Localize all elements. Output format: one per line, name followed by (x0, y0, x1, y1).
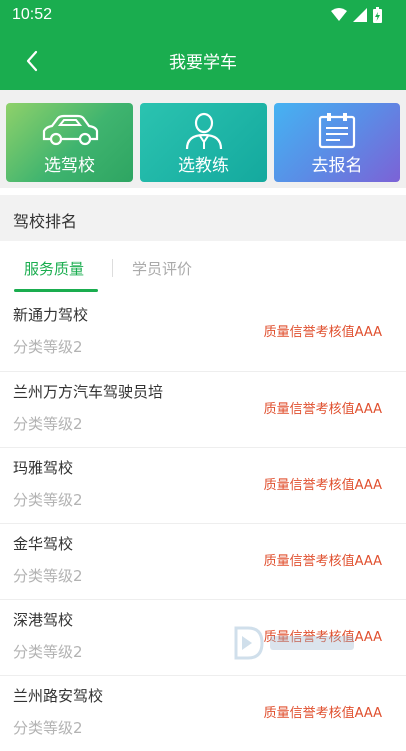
tab-service-quality[interactable]: 服务质量 (24, 258, 84, 279)
list-item[interactable]: 金华驾校 分类等级2 质量信誉考核值AAA (0, 523, 406, 599)
school-name: 深港驾校 (13, 611, 74, 629)
sign-up-label: 去报名 (311, 156, 363, 176)
school-level: 分类等级2 (13, 415, 83, 433)
instructor-icon (140, 111, 267, 151)
school-level: 分类等级2 (13, 491, 83, 509)
battery-icon (373, 7, 382, 23)
ranking-section-header: 驾校排名 (0, 195, 406, 241)
school-rating: 质量信誉考核值AAA (263, 706, 382, 721)
choose-school-button[interactable]: 选驾校 (6, 103, 133, 182)
school-level: 分类等级2 (13, 567, 83, 585)
choose-instructor-label: 选教练 (178, 156, 229, 176)
school-name: 兰州万方汽车驾驶员培 (13, 383, 164, 401)
school-name: 新通力驾校 (13, 306, 89, 324)
school-rating: 质量信誉考核值AAA (263, 325, 382, 340)
ranking-title: 驾校排名 (13, 212, 78, 231)
list-item[interactable]: 玛雅驾校 分类等级2 质量信誉考核值AAA (0, 447, 406, 523)
watermark-logo-icon (234, 626, 354, 660)
sign-up-button[interactable]: 去报名 (274, 103, 400, 182)
status-icons (331, 7, 382, 23)
tab-student-reviews[interactable]: 学员评价 (132, 258, 192, 279)
school-rating: 质量信誉考核值AAA (263, 402, 382, 417)
choose-instructor-button[interactable]: 选教练 (140, 103, 267, 182)
school-rating: 质量信誉考核值AAA (263, 478, 382, 493)
title-bar: 我要学车 (0, 32, 406, 90)
school-name: 金华驾校 (13, 535, 74, 553)
signal-icon (353, 8, 367, 22)
tab-divider (112, 259, 113, 277)
school-level: 分类等级2 (13, 719, 83, 737)
status-bar: 10:52 (0, 0, 406, 32)
school-list: 新通力驾校 分类等级2 质量信誉考核值AAA 兰州万方汽车驾驶员培 分类等级2 … (0, 295, 406, 751)
school-level: 分类等级2 (13, 338, 83, 356)
list-item[interactable]: 新通力驾校 分类等级2 质量信誉考核值AAA (0, 295, 406, 371)
school-level: 分类等级2 (13, 643, 83, 661)
status-time: 10:52 (12, 6, 53, 23)
car-icon (6, 111, 133, 151)
page-title: 我要学车 (169, 53, 237, 73)
school-rating: 质量信誉考核值AAA (263, 554, 382, 569)
list-item[interactable]: 兰州路安驾校 分类等级2 质量信誉考核值AAA (0, 675, 406, 751)
active-tab-indicator (14, 289, 98, 292)
school-name: 玛雅驾校 (13, 459, 74, 477)
signup-form-icon (274, 111, 400, 151)
school-name: 兰州路安驾校 (13, 687, 104, 705)
ranking-tabs: 服务质量 学员评价 (0, 241, 406, 295)
list-item[interactable]: 兰州万方汽车驾驶员培 分类等级2 质量信誉考核值AAA (0, 371, 406, 447)
choose-school-label: 选驾校 (44, 156, 95, 176)
wifi-icon (331, 8, 347, 21)
